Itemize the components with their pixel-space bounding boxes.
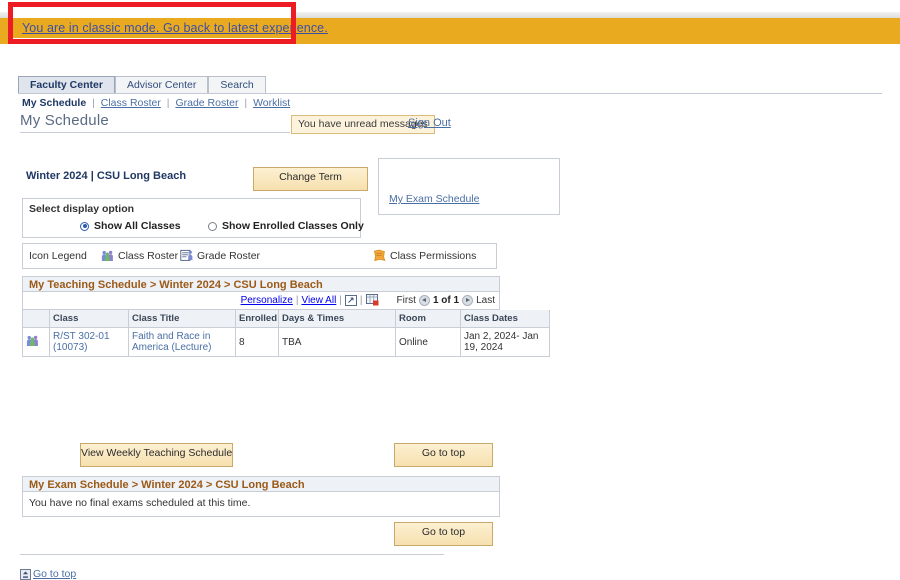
display-option-legend: Select display option <box>29 203 135 215</box>
prev-arrow-icon[interactable] <box>418 294 430 306</box>
subnav-item-worklist[interactable]: Worklist <box>253 97 290 109</box>
legend-entry-class-permissions: Class Permissions <box>373 249 476 262</box>
go-to-top-button-1[interactable]: Go to top <box>394 443 493 467</box>
view-all-link[interactable]: View All <box>301 295 336 306</box>
icon-legend-panel: Icon Legend Class Roster Grade Roster Cl… <box>22 243 497 269</box>
footer-go-to-top-link[interactable]: Go to top <box>20 568 76 580</box>
column-header-room: Room <box>395 310 461 328</box>
legend-label-grade-roster: Grade Roster <box>197 249 261 262</box>
teaching-schedule-toolbar: Personalize | View All | | First 1 of 1 … <box>22 292 500 310</box>
row-class-title: Faith and Race in America (Lecture) <box>128 327 236 357</box>
legend-entry-grade-roster: Grade Roster <box>180 249 260 262</box>
row-class-roster-icon-cell[interactable] <box>22 327 50 357</box>
tab-bar: Faculty Center Advisor Center Search <box>18 76 266 93</box>
toolbar-separator-2: | <box>339 294 342 306</box>
radio-show-enrolled-only-control[interactable] <box>208 221 217 231</box>
class-roster-icon[interactable] <box>26 334 39 347</box>
toolbar-separator-3: | <box>359 294 363 306</box>
download-spreadsheet-icon[interactable] <box>365 294 379 306</box>
teaching-schedule-title: My Teaching Schedule > Winter 2024 > CSU… <box>22 276 500 292</box>
toolbar-separator-1: | <box>295 294 299 306</box>
radio-show-all-classes-label: Show All Classes <box>94 220 181 232</box>
tab-search[interactable]: Search <box>208 76 266 93</box>
exam-schedule-panel: My Exam Schedule <box>378 158 560 215</box>
exam-schedule-title: My Exam Schedule > Winter 2024 > CSU Lon… <box>22 476 500 492</box>
row-room: Online <box>395 327 461 357</box>
icon-legend-title: Icon Legend <box>29 250 87 262</box>
radio-show-enrolled-only[interactable]: Show Enrolled Classes Only <box>208 220 364 232</box>
row-class-dates: Jan 2, 2024- Jan 19, 2024 <box>460 327 550 357</box>
row-days-times: TBA <box>278 327 396 357</box>
sub-navigation: My Schedule | Class Roster | Grade Roste… <box>22 97 290 109</box>
tab-underline <box>18 93 882 94</box>
radio-show-enrolled-only-label: Show Enrolled Classes Only <box>222 220 364 232</box>
column-header-class-title: Class Title <box>128 310 236 328</box>
subnav-item-my-schedule[interactable]: My Schedule <box>22 97 86 109</box>
row-enrolled: 8 <box>235 327 279 357</box>
go-to-top-button-2[interactable]: Go to top <box>394 522 493 546</box>
exam-schedule-message: You have no final exams scheduled at thi… <box>22 492 500 517</box>
subnav-item-grade-roster[interactable]: Grade Roster <box>175 97 238 109</box>
column-header-class: Class <box>49 310 129 328</box>
class-roster-icon <box>101 249 114 262</box>
grade-roster-icon <box>180 249 193 262</box>
subnav-separator-2: | <box>166 97 170 109</box>
footer-rule <box>20 554 444 555</box>
next-arrow-icon[interactable] <box>462 294 474 306</box>
radio-show-all-classes-control[interactable] <box>80 221 89 231</box>
subnav-separator-3: | <box>244 97 248 109</box>
footer-go-to-top-label: Go to top <box>33 568 77 580</box>
exam-schedule-group: My Exam Schedule > Winter 2024 > CSU Lon… <box>22 476 500 517</box>
legend-label-class-permissions: Class Permissions <box>390 249 477 262</box>
go-to-top-icon <box>20 568 31 580</box>
column-header-days-times: Days & Times <box>278 310 396 328</box>
column-header-enrolled: Enrolled <box>235 310 279 328</box>
subnav-separator-1: | <box>92 97 95 109</box>
legend-entry-class-roster: Class Roster <box>101 249 178 262</box>
row-class[interactable]: R/ST 302-01 (10073) <box>49 327 129 357</box>
tab-faculty-center[interactable]: Faculty Center <box>18 76 115 93</box>
teaching-schedule-table: Class Class Title Enrolled Days & Times … <box>22 310 550 357</box>
view-weekly-teaching-schedule-button[interactable]: View Weekly Teaching Schedule <box>80 443 233 467</box>
sign-out-link[interactable]: Sign Out <box>408 117 451 129</box>
term-label: Winter 2024 | CSU Long Beach <box>26 170 187 182</box>
tab-advisor-center[interactable]: Advisor Center <box>114 76 209 93</box>
radio-show-all-classes[interactable]: Show All Classes <box>80 220 181 232</box>
column-header-icon <box>22 310 50 328</box>
subnav-item-class-roster[interactable]: Class Roster <box>101 97 161 109</box>
teaching-schedule-group: My Teaching Schedule > Winter 2024 > CSU… <box>22 276 550 357</box>
page-title-rule <box>20 132 290 133</box>
pager-first[interactable]: First <box>379 295 416 306</box>
table-header-row: Class Class Title Enrolled Days & Times … <box>22 310 550 328</box>
change-term-button[interactable]: Change Term <box>253 167 368 191</box>
display-option-panel: Select display option Show All Classes S… <box>22 198 364 238</box>
my-exam-schedule-link[interactable]: My Exam Schedule <box>389 193 479 205</box>
personalize-link[interactable]: Personalize <box>241 295 293 306</box>
classic-mode-link[interactable]: You are in classic mode. Go back to late… <box>22 21 328 35</box>
class-permissions-icon <box>373 249 386 262</box>
expand-grid-icon[interactable] <box>344 294 357 306</box>
page-title: My Schedule <box>20 112 109 129</box>
pager-page-indicator: 1 of 1 <box>432 294 460 306</box>
pager-last[interactable]: Last <box>476 295 495 306</box>
table-row: R/ST 302-01 (10073) Faith and Race in Am… <box>22 327 550 357</box>
legend-label-class-roster: Class Roster <box>118 249 179 262</box>
column-header-class-dates: Class Dates <box>460 310 550 328</box>
